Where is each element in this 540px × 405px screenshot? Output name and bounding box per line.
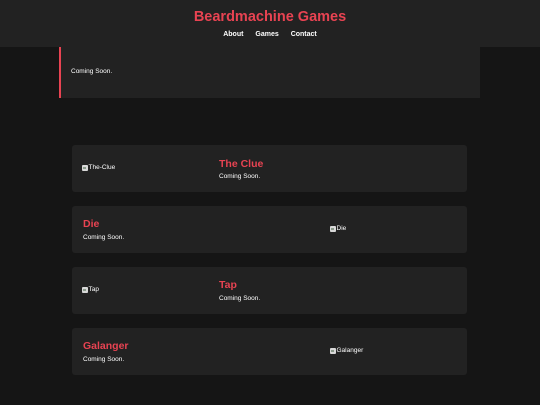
game-image-alt: Galanger <box>336 347 364 354</box>
intro-panel: Coming Soon. <box>59 47 480 98</box>
game-description: Coming Soon. <box>219 173 261 180</box>
nav-contact-link[interactable]: Contact <box>291 31 317 38</box>
site-title[interactable]: Beardmachine Games <box>0 9 540 25</box>
intro-text: Coming Soon. <box>71 68 113 75</box>
nav-games-link[interactable]: Games <box>255 31 278 38</box>
game-title: Galanger <box>83 340 129 352</box>
game-image-alt: The-Clue <box>88 164 116 171</box>
game-description: Coming Soon. <box>83 356 125 363</box>
broken-image-icon <box>330 348 336 354</box>
game-image-alt: Die <box>336 225 347 232</box>
game-image-alt: Tap <box>88 286 99 293</box>
broken-image-icon <box>82 165 88 171</box>
game-card-tap: Tap Tap Coming Soon. <box>72 267 467 314</box>
broken-image-icon <box>330 226 336 232</box>
game-title: The Clue <box>219 158 264 170</box>
site-header: Beardmachine Games About Games Contact <box>0 0 540 47</box>
broken-image-icon <box>82 287 88 293</box>
game-description: Coming Soon. <box>83 234 125 241</box>
game-image-the-clue: The-Clue <box>82 164 115 172</box>
game-image-galanger: Galanger <box>330 347 363 355</box>
game-image-tap: Tap <box>82 286 99 294</box>
game-card-the-clue: The-Clue The Clue Coming Soon. <box>72 145 467 192</box>
nav-about-link[interactable]: About <box>223 31 243 38</box>
game-card-die: Die Coming Soon. Die <box>72 206 467 253</box>
main-nav: About Games Contact <box>0 30 540 39</box>
game-title: Tap <box>219 279 237 291</box>
game-card-galanger: Galanger Coming Soon. Galanger <box>72 328 467 375</box>
game-title: Die <box>83 218 100 230</box>
game-description: Coming Soon. <box>219 295 261 302</box>
game-image-die: Die <box>330 225 346 233</box>
